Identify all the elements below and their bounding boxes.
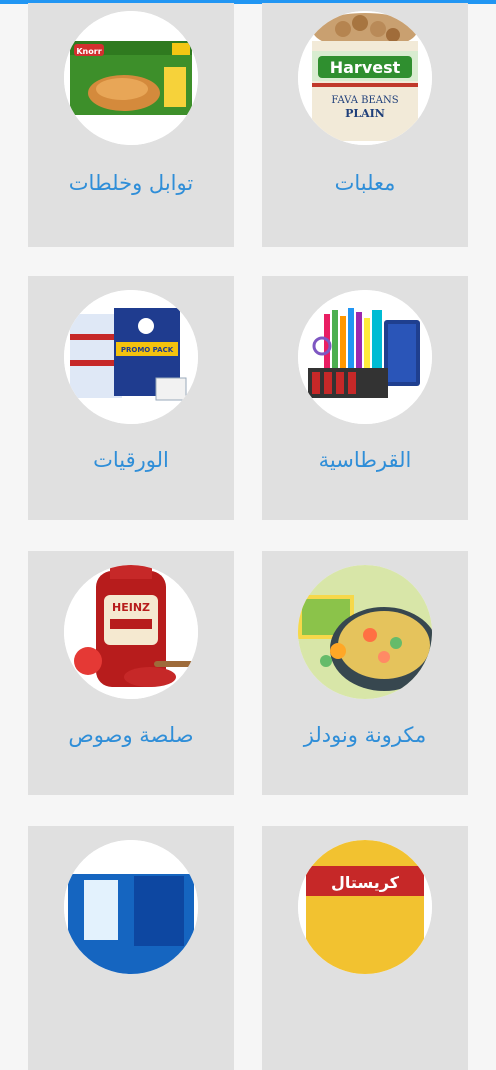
- category-card-paper[interactable]: PROMO PACK الورقيات: [28, 276, 234, 520]
- plain-text: PLAIN: [345, 107, 385, 120]
- category-card-dairy[interactable]: [28, 826, 234, 1070]
- category-card-canned[interactable]: Harvest FAVA BEANS PLAIN معلبات: [262, 3, 468, 247]
- paper-products-image: PROMO PACK: [64, 290, 198, 424]
- category-label-pasta: مكرونة ونودلز: [303, 723, 427, 747]
- category-label-canned: معلبات: [334, 171, 396, 195]
- category-label-sauces: صلصة وصوص: [68, 723, 194, 747]
- knorr-brand-text: Knorr: [76, 47, 101, 56]
- sauces-image: HEINZ: [64, 565, 198, 699]
- dairy-image: [64, 840, 198, 974]
- category-card-sauces[interactable]: HEINZ صلصة وصوص: [28, 551, 234, 795]
- category-label-paper: الورقيات: [93, 448, 169, 472]
- category-card-spices[interactable]: Knorr توابل وخلطات: [28, 3, 234, 247]
- spices-mixes-image: Knorr: [64, 11, 198, 145]
- canned-food-image: Harvest FAVA BEANS PLAIN: [298, 11, 432, 145]
- category-label-stationery: القرطاسية: [318, 448, 412, 472]
- category-card-pasta[interactable]: مكرونة ونودلز: [262, 551, 468, 795]
- pasta-noodles-image: [298, 565, 432, 699]
- stationery-image: [298, 290, 432, 424]
- crystal-brand-text: كريستال: [331, 873, 400, 892]
- crystal-oil-image: كريستال: [298, 840, 432, 974]
- category-card-stationery[interactable]: القرطاسية: [262, 276, 468, 520]
- fava-beans-text: FAVA BEANS: [331, 95, 398, 106]
- heinz-brand-text: HEINZ: [112, 601, 150, 614]
- promo-pack-text: PROMO PACK: [121, 346, 174, 354]
- harvest-brand-text: Harvest: [330, 58, 401, 77]
- category-label-spices: توابل وخلطات: [68, 171, 194, 195]
- category-card-crystal[interactable]: كريستال: [262, 826, 468, 1070]
